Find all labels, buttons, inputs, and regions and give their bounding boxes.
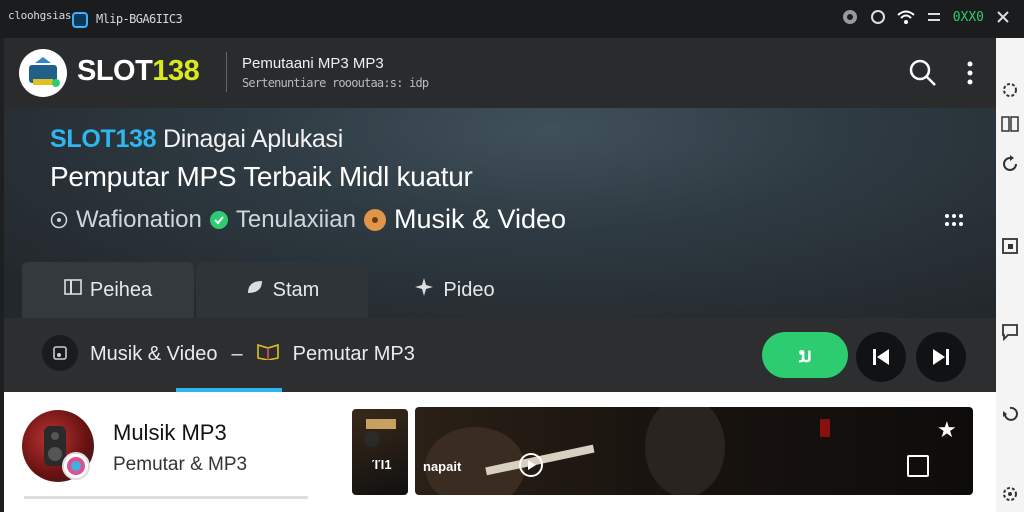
sparkle-icon — [413, 277, 435, 303]
thumbnail-label: ΊΊ1 — [372, 457, 392, 472]
more-vertical-icon[interactable] — [960, 58, 980, 88]
chip-label: Wafionation — [76, 205, 202, 233]
hero-headline: Pemputar MPS Terbaik Midl kuatur — [50, 161, 473, 192]
right-rail — [996, 38, 1024, 512]
video-thumbnail[interactable]: ΊΊ1 — [352, 409, 408, 495]
video-preview[interactable]: napait ★ — [415, 407, 973, 495]
menu-lines-icon — [925, 8, 943, 26]
status-icons: 0XX0 — [841, 8, 1012, 26]
player-bar: Musik & Video – Pemutar MP3 ນ — [4, 318, 996, 392]
chat-icon[interactable] — [1000, 322, 1020, 342]
tab-bar: Peihea Stam Pideo — [22, 262, 540, 318]
divider — [226, 52, 227, 92]
player-right-label[interactable]: Pemutar MP3 — [293, 343, 415, 366]
music-note-icon — [42, 335, 78, 371]
search-icon[interactable] — [908, 58, 938, 88]
progress-track[interactable] — [24, 496, 308, 499]
status-app-title: Mlip-BGA6IIC3 — [96, 12, 183, 26]
music-disc-icon — [363, 208, 386, 231]
previous-button[interactable] — [856, 332, 906, 382]
chip-label: Tenulaxiian — [235, 205, 356, 233]
hero-brand: SLOT138 — [50, 125, 157, 153]
track-subtitle: Pemutar & MP3 — [113, 454, 248, 475]
undo-icon[interactable] — [1000, 404, 1020, 424]
brand-name-white: SLOT — [77, 55, 153, 87]
separator: – — [231, 342, 243, 365]
window-icon[interactable] — [1000, 236, 1020, 256]
brand-name-yellow: 138 — [152, 55, 200, 87]
screen: cloohgsias Mlip-BGA6IIC3 0XX0 SLOT138 Pe… — [0, 0, 1024, 512]
hero-line-1: SLOT138 Dinagai Aplukasi — [50, 125, 343, 154]
tab-label: Pideo — [443, 278, 495, 301]
hero-line-1-text: Dinagai Aplukasi — [162, 125, 343, 153]
play-next-button[interactable] — [916, 332, 966, 382]
columns-icon[interactable] — [1000, 114, 1020, 134]
chip-label-highlight: Musik & Video — [393, 204, 567, 234]
close-icon[interactable] — [994, 8, 1012, 26]
player-left-label[interactable]: Musik & Video — [90, 343, 217, 366]
tab-pideo[interactable]: Pideo — [368, 262, 540, 318]
grid-dots-icon[interactable] — [944, 212, 964, 228]
hero-banner: SLOT138 Dinagai Aplukasi Pemputar MPS Te… — [4, 108, 996, 318]
topbar-subtitle: Sertenuntiare roooutaa:s: idp — [242, 76, 429, 90]
primary-action-button[interactable]: ນ — [762, 332, 848, 378]
leaf-icon — [245, 278, 265, 302]
topbar-title: Pemutaani MP3 MP3 — [242, 55, 384, 72]
primary-action-label: ນ — [798, 344, 812, 367]
settings-icon[interactable] — [1000, 80, 1020, 100]
star-icon[interactable]: ★ — [937, 417, 957, 443]
list-icon — [64, 278, 82, 302]
refresh-icon[interactable] — [1000, 154, 1020, 174]
app-badge-icon — [62, 452, 90, 480]
tab-label: Stam — [272, 278, 320, 301]
status-bar-label: cloohgsias — [8, 9, 72, 22]
brand-name: SLOT138 — [77, 55, 200, 88]
tab-stam[interactable]: Stam — [196, 262, 368, 318]
hero-chips: Wafionation Tenulaxiian Musik & Video — [50, 204, 566, 235]
app-window: SLOT138 Pemutaani MP3 MP3 Sertenuntiare … — [4, 38, 996, 512]
check-icon — [209, 210, 228, 229]
circle-icon — [869, 8, 887, 26]
media-card[interactable]: Mulsik MP3 Pemutar & MP3 ΊΊ1 napait ★ — [4, 392, 996, 512]
wifi-icon — [897, 8, 915, 26]
book-icon — [256, 342, 279, 366]
top-bar: SLOT138 Pemutaani MP3 MP3 Sertenuntiare … — [4, 38, 996, 108]
fullscreen-icon[interactable] — [907, 455, 929, 477]
record-icon — [841, 8, 859, 26]
info-circle-icon — [50, 211, 68, 229]
track-title: Mulsik MP3 — [113, 420, 227, 445]
tab-label: Peihea — [89, 278, 153, 301]
tab-peihea[interactable]: Peihea — [22, 262, 194, 318]
gear-icon[interactable] — [1000, 484, 1020, 504]
player-breadcrumb: Musik & Video – Pemutar MP3 — [90, 342, 415, 366]
play-icon[interactable] — [519, 453, 543, 477]
brand-logo — [19, 49, 67, 97]
status-bar: cloohgsias Mlip-BGA6IIC3 0XX0 — [0, 0, 1024, 38]
app-icon — [72, 12, 88, 28]
video-label: napait — [423, 459, 462, 474]
battery-indicator: 0XX0 — [952, 9, 984, 25]
